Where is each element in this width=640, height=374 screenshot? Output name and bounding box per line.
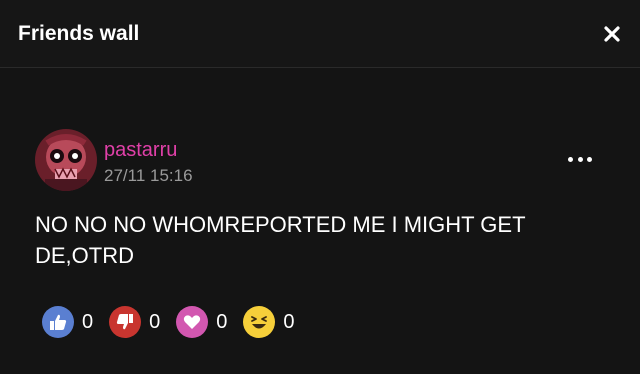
reaction-love[interactable]: 0 — [176, 306, 227, 338]
reaction-count: 0 — [82, 310, 94, 333]
window-header: Friends wall — [0, 0, 640, 68]
laughing-face-icon — [243, 306, 276, 338]
more-icon-dot — [577, 156, 583, 162]
heart-icon — [176, 306, 209, 338]
window-title: Friends wall — [18, 22, 140, 45]
avatar[interactable] — [35, 129, 97, 191]
post-menu-button[interactable] — [568, 152, 592, 166]
post-username[interactable]: pastarru — [104, 139, 177, 162]
reaction-dislike[interactable]: 0 — [109, 306, 160, 338]
reaction-count: 0 — [216, 310, 228, 333]
more-icon-dot — [568, 156, 573, 162]
post-timestamp: 27/11 15:16 — [104, 166, 193, 185]
post-text: NO NO NO WHOMREPORTED ME I MIGHT GET DE,… — [35, 212, 526, 268]
reaction-like[interactable]: 0 — [42, 306, 93, 338]
reaction-count: 0 — [283, 310, 295, 333]
thumbs-down-icon — [109, 306, 142, 338]
more-icon-dot — [587, 156, 592, 162]
reactions-bar: 0 0 0 0 — [42, 305, 311, 339]
reaction-laugh[interactable]: 0 — [243, 306, 295, 338]
thumbs-up-icon — [42, 306, 74, 338]
close-icon — [604, 26, 620, 42]
close-button[interactable] — [600, 22, 624, 46]
reaction-count: 0 — [149, 310, 161, 333]
